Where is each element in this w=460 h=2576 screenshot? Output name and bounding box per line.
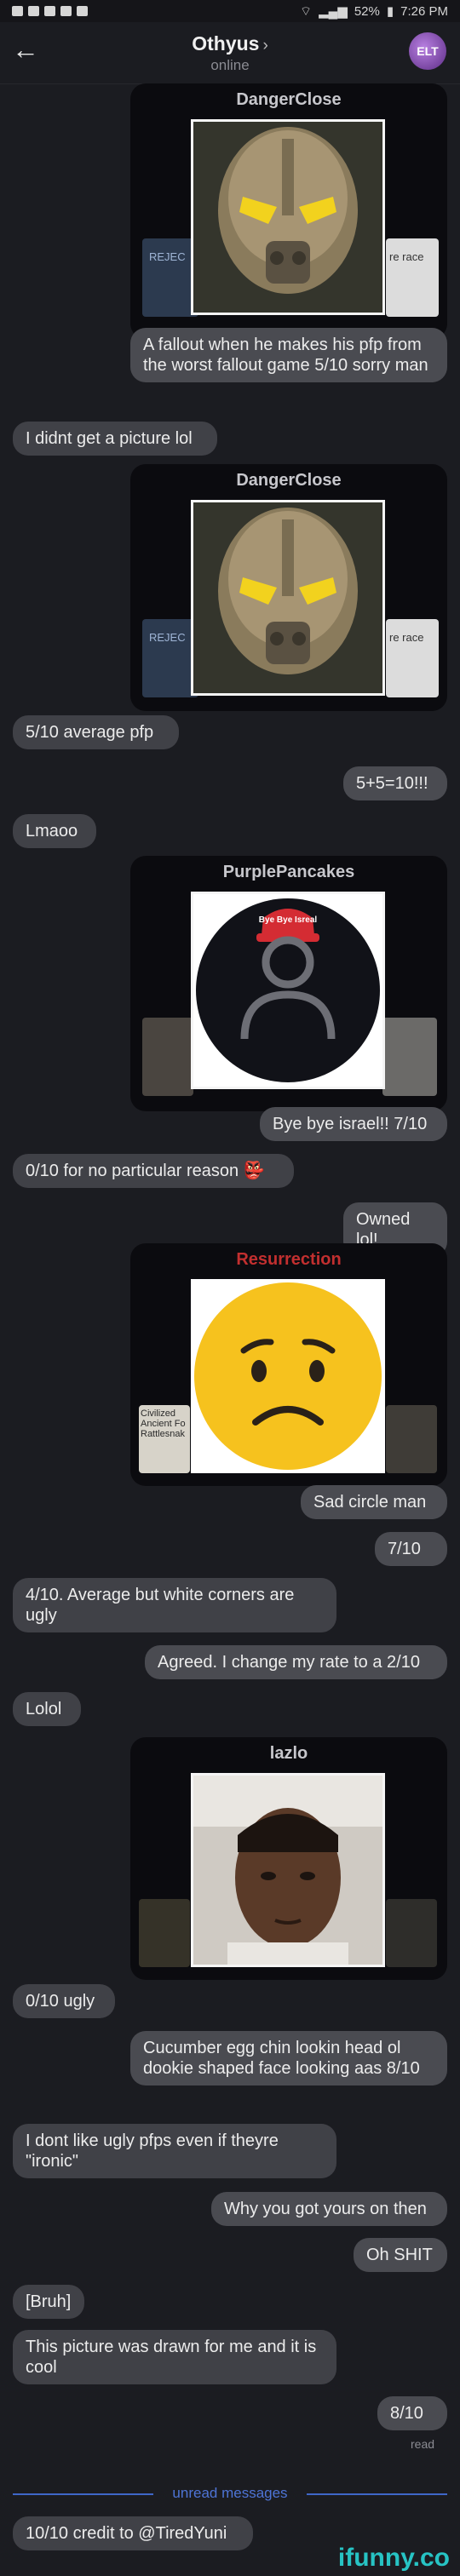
background-thumbnail (386, 1899, 437, 1967)
card-username: DangerClose (236, 471, 342, 490)
contact-status: online (210, 57, 250, 73)
message-bubble-incoming[interactable]: Lolol (13, 1692, 81, 1726)
notification-icon (77, 6, 88, 16)
message-bubble-incoming[interactable]: 4/10. Average but white corners are ugly (13, 1578, 336, 1632)
message-bubble-incoming[interactable]: 0/10 ugly (13, 1984, 115, 2018)
message-bubble-outgoing[interactable]: A fallout when he makes his pfp from the… (130, 328, 447, 382)
message-bubble-incoming[interactable]: [Bruh] (13, 2285, 84, 2319)
card-username: PurplePancakes (222, 863, 355, 881)
signal-icon: ▂▄▆ (319, 4, 348, 19)
wifi-icon: ⌔ (300, 3, 313, 19)
status-bar: ⌔ ▂▄▆ 52% ▮ 7:26 PM (0, 0, 460, 22)
message-bubble-outgoing[interactable]: Sad circle man (301, 1485, 447, 1519)
background-thumbnail (386, 1405, 437, 1473)
message-bubble-outgoing[interactable]: Agreed. I change my rate to a 2/10 (145, 1645, 447, 1679)
clock: 7:26 PM (400, 3, 448, 19)
notification-icon (44, 6, 55, 16)
thumbnail-text: re race (389, 250, 424, 263)
message-bubble-outgoing[interactable]: Why you got yours on then (211, 2192, 447, 2226)
card-username: lazlo (269, 1744, 308, 1763)
profile-picture (191, 119, 385, 315)
thumbnail-text: REJEC (149, 631, 186, 644)
chat-header: ← Othyus › online ELT (0, 22, 460, 84)
shared-image[interactable]: DangerClose REJEC re race (130, 83, 447, 339)
battery-percent: 52% (354, 3, 380, 19)
svg-text:Bye Bye Isreal: Bye Bye Isreal (259, 915, 318, 925)
message-bubble-outgoing[interactable]: 7/10 (375, 1532, 447, 1566)
contact-info[interactable]: Othyus › online (0, 32, 460, 74)
message-bubble-incoming[interactable]: I didnt get a picture lol (13, 422, 217, 456)
battery-icon: ▮ (386, 4, 394, 19)
message-bubble-outgoing[interactable]: Bye bye israel!! 7/10 (260, 1107, 447, 1141)
message-bubble-outgoing[interactable]: 8/10 (377, 2396, 447, 2430)
profile-picture (191, 500, 385, 696)
message-bubble-outgoing[interactable]: Cucumber egg chin lookin head ol dookie … (130, 2031, 447, 2085)
card-username: DangerClose (236, 90, 342, 109)
background-thumbnail (142, 1018, 193, 1096)
chevron-right-icon: › (262, 37, 268, 55)
shared-image[interactable]: DangerClose REJEC re race (130, 464, 447, 711)
read-receipt: read (411, 2437, 435, 2451)
profile-picture: Bye Bye Isreal (191, 892, 385, 1089)
shared-image[interactable]: PurplePancakes Bye Bye Isreal (130, 856, 447, 1111)
background-thumbnail (139, 1899, 190, 1967)
message-bubble-incoming[interactable]: This picture was drawn for me and it is … (13, 2330, 336, 2384)
avatar[interactable]: ELT (409, 32, 446, 70)
notification-icons (12, 6, 88, 16)
card-username: Resurrection (236, 1250, 342, 1269)
profile-picture (191, 1279, 385, 1473)
message-bubble-incoming[interactable]: 0/10 for no particular reason 👺 (13, 1154, 294, 1188)
thumbnail-text: REJEC (149, 250, 186, 263)
default-avatar-image: Bye Bye Isreal (193, 894, 382, 1087)
message-bubble-incoming[interactable]: 5/10 average pfp (13, 715, 179, 749)
message-bubble-outgoing[interactable]: 5+5=10!!! (343, 766, 447, 800)
message-bubble-incoming[interactable]: Lmaoo (13, 814, 96, 848)
thumbnail-text: re race (389, 631, 424, 644)
avatar-text: ELT (417, 44, 439, 58)
selfie-image (193, 1776, 382, 1965)
notification-icon (12, 6, 23, 16)
shared-image[interactable]: Resurrection Civilized Ancient Fo Rattle… (130, 1243, 447, 1486)
message-bubble-outgoing[interactable]: Oh SHIT (354, 2238, 447, 2272)
unread-separator: unread messages (0, 2485, 460, 2504)
sad-emoji-image (191, 1279, 385, 1473)
contact-name: Othyus (192, 32, 260, 55)
helmet-image (193, 122, 382, 313)
background-thumbnail (382, 1018, 437, 1096)
helmet-image (193, 502, 382, 693)
notification-icon (60, 6, 72, 16)
profile-picture (191, 1773, 385, 1967)
message-bubble-incoming[interactable]: I dont like ugly pfps even if theyre "ir… (13, 2124, 336, 2178)
separator-line (307, 2493, 447, 2495)
message-bubble-incoming[interactable]: 10/10 credit to @TiredYuni (13, 2516, 253, 2550)
watermark: ifunny.co (337, 2544, 450, 2572)
shared-image[interactable]: lazlo (130, 1737, 447, 1980)
notification-icon (28, 6, 39, 16)
thumbnail-text: Civilized Ancient Fo Rattlesnak (141, 1408, 186, 1439)
